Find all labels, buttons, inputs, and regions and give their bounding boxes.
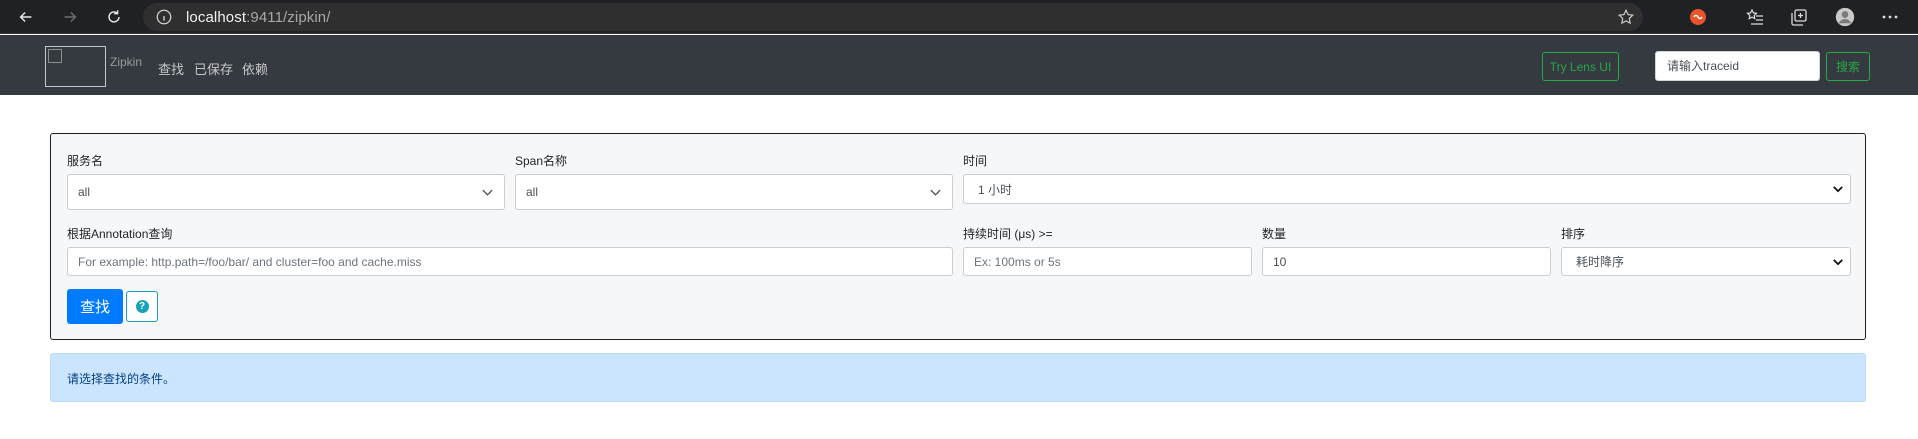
- profile-avatar-icon[interactable]: [1833, 5, 1857, 29]
- traceid-input[interactable]: [1655, 51, 1820, 81]
- annotation-query-input[interactable]: For example: http.path=/foo/bar/ and clu…: [67, 247, 953, 276]
- browser-toolbar: localhost:9411/zipkin/: [0, 0, 1918, 34]
- app-navbar: Zipkin 查找 已保存 依赖 Try Lens UI 搜索: [0, 35, 1918, 95]
- sort-label: 排序: [1561, 227, 1586, 241]
- url-host: localhost: [186, 9, 247, 26]
- brand-text[interactable]: Zipkin: [110, 55, 142, 69]
- duration-placeholder: Ex: 100ms or 5s: [974, 254, 1061, 269]
- duration-label: 持续时间 (μs) >=: [963, 227, 1053, 241]
- chevron-down-icon: [930, 189, 941, 196]
- chevron-down-icon: [1833, 259, 1843, 266]
- time-select[interactable]: 1 小时: [963, 174, 1851, 204]
- info-alert: 请选择查找的条件。: [50, 353, 1866, 402]
- limit-value: 10: [1273, 254, 1287, 269]
- service-name-label: 服务名: [67, 154, 104, 168]
- annotation-query-placeholder: For example: http.path=/foo/bar/ and clu…: [78, 254, 422, 269]
- extension-icon[interactable]: [1687, 6, 1709, 28]
- address-bar[interactable]: localhost:9411/zipkin/: [143, 3, 1643, 31]
- zipkin-logo-broken-image[interactable]: [45, 46, 106, 87]
- service-name-select[interactable]: all: [67, 174, 505, 210]
- nav-find[interactable]: 查找: [158, 59, 184, 78]
- sort-value: 耗时降序: [1576, 255, 1625, 269]
- favorite-star-icon[interactable]: [1617, 8, 1635, 26]
- alert-message: 请选择查找的条件。: [67, 372, 176, 386]
- span-name-value: all: [526, 185, 539, 199]
- favorites-list-icon[interactable]: [1744, 6, 1766, 28]
- back-icon[interactable]: [13, 4, 39, 30]
- limit-label: 数量: [1262, 227, 1287, 241]
- more-options-icon[interactable]: [1879, 6, 1901, 28]
- search-button[interactable]: 搜索: [1826, 52, 1870, 81]
- time-value: 1 小时: [978, 182, 1013, 197]
- time-label: 时间: [963, 154, 988, 168]
- info-icon[interactable]: [155, 8, 173, 26]
- annotation-query-label: 根据Annotation查询: [67, 227, 173, 241]
- url-path: :9411/zipkin/: [246, 9, 331, 26]
- service-name-value: all: [78, 185, 91, 199]
- collections-icon[interactable]: [1788, 6, 1810, 28]
- sort-select[interactable]: 耗时降序: [1561, 247, 1851, 276]
- limit-input[interactable]: 10: [1262, 247, 1551, 276]
- duration-input[interactable]: Ex: 100ms or 5s: [963, 247, 1252, 276]
- url-text: localhost:9411/zipkin/: [186, 9, 331, 26]
- try-lens-ui-button[interactable]: Try Lens UI: [1542, 52, 1619, 81]
- nav-saved[interactable]: 已保存: [194, 59, 233, 78]
- chevron-down-icon: [1833, 186, 1843, 193]
- refresh-icon[interactable]: [101, 4, 127, 30]
- nav-dependencies[interactable]: 依赖: [242, 59, 268, 78]
- find-button[interactable]: 查找: [67, 289, 123, 324]
- forward-icon[interactable]: [57, 4, 83, 30]
- question-circle-icon: ?: [135, 300, 149, 313]
- help-button[interactable]: ?: [126, 291, 158, 322]
- span-name-select[interactable]: all: [515, 174, 953, 210]
- search-form-panel: 服务名 all Span名称 all 时间 1 小时 根据Annotation查…: [50, 133, 1866, 340]
- span-name-label: Span名称: [515, 154, 568, 168]
- chevron-down-icon: [482, 189, 493, 196]
